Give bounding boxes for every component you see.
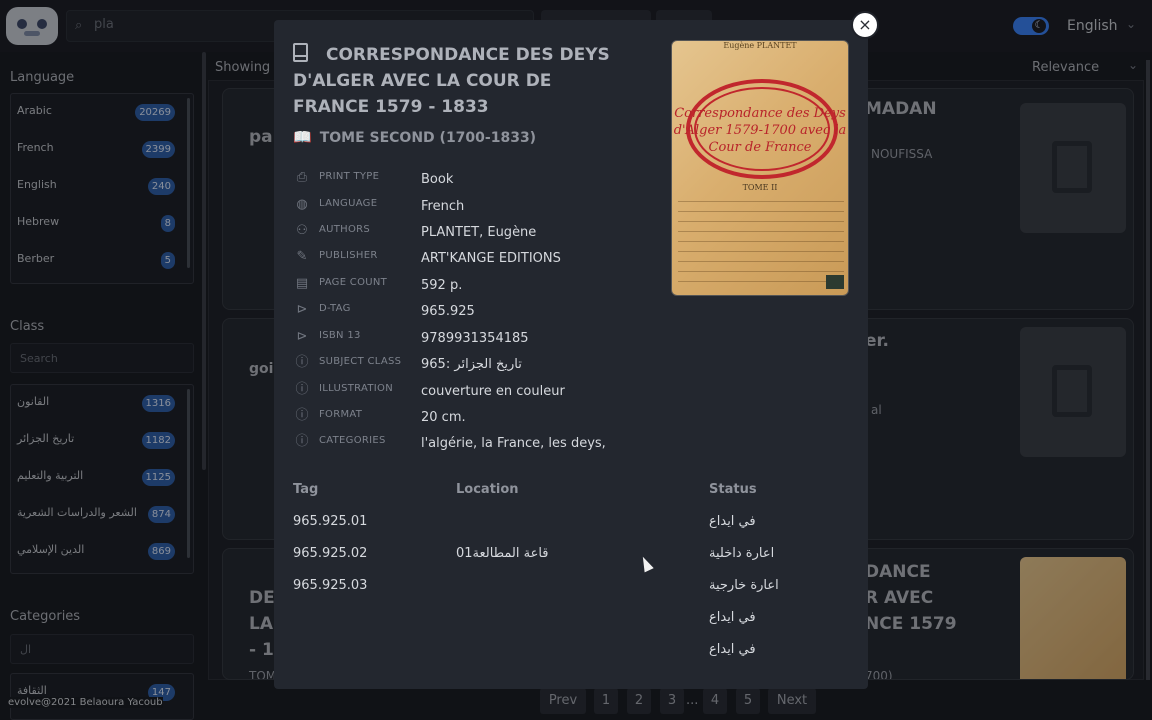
property-value: ART'KANGE EDITIONS xyxy=(421,251,561,266)
table-row: 965.925.02 قاعة المطالعة01 اعارة داخلية xyxy=(293,546,853,578)
property-label: CATEGORIES xyxy=(319,435,386,446)
tag-icon: ⊳ xyxy=(296,302,308,317)
property-illustration: ⓘ ILLUSTRATION couverture en couleur xyxy=(293,381,853,407)
property-categories: ⓘ CATEGORIES l'algérie, la France, les dey… xyxy=(293,433,853,459)
copy-status: اعارة خارجية xyxy=(709,578,779,593)
book-icon xyxy=(293,43,308,62)
copy-tag: 965.925.02 xyxy=(293,546,368,561)
cover-title: Correspondance des Deys d'Alger 1579-170… xyxy=(673,106,847,155)
property-value: French xyxy=(421,199,465,214)
property-label: ISBN 13 xyxy=(319,330,361,341)
copy-location: قاعة المطالعة01 xyxy=(456,546,549,561)
users-icon: ⚇ xyxy=(296,223,308,238)
table-row: 965.925.01 في ايداع xyxy=(293,514,853,546)
property-isbn: ⊳ ISBN 13 9789931354185 xyxy=(293,328,853,354)
cover-tome: TOME II xyxy=(742,183,778,192)
info-icon: ⓘ xyxy=(295,382,309,397)
copy-status: في ايداع xyxy=(709,642,756,657)
property-value: 965.925 xyxy=(421,304,475,319)
document-icon: ▤ xyxy=(295,276,309,291)
info-icon: ⓘ xyxy=(295,434,309,449)
book-cover-image: Eugène PLANTET Correspondance des Deys d… xyxy=(671,40,849,296)
book-title: CORRESPONDANCE DES DEYS D'ALGER AVEC LA … xyxy=(293,42,633,120)
copy-tag: 965.925.03 xyxy=(293,578,368,593)
property-label: PUBLISHER xyxy=(319,250,378,261)
copy-status: في ايداع xyxy=(709,610,756,625)
property-value: 20 cm. xyxy=(421,410,466,425)
property-label: PAGE COUNT xyxy=(319,277,388,288)
property-subject-class: ⓘ SUBJECT CLASS 965: تاريخ الجزائر xyxy=(293,354,853,380)
property-label: D-TAG xyxy=(319,303,351,314)
book-title-text: CORRESPONDANCE DES DEYS D'ALGER AVEC LA … xyxy=(293,45,610,117)
property-label: ILLUSTRATION xyxy=(319,383,393,394)
copy-status: اعارة داخلية xyxy=(709,546,775,561)
property-value: Book xyxy=(421,172,454,187)
open-book-icon: 📖 xyxy=(293,128,312,146)
column-header-location: Location xyxy=(456,482,519,497)
table-row: 965.925.03 اعارة خارجية xyxy=(293,578,853,610)
property-value: PLANTET, Eugène xyxy=(421,225,537,240)
property-label: FORMAT xyxy=(319,409,363,420)
table-row: في ايداع xyxy=(293,610,853,642)
column-header-status: Status xyxy=(709,482,757,497)
property-value: l'algérie, la France, les deys, xyxy=(421,436,606,451)
close-button[interactable]: × xyxy=(851,11,879,39)
property-label: LANGUAGE xyxy=(319,198,378,209)
book-detail-modal: CORRESPONDANCE DES DEYS D'ALGER AVEC LA … xyxy=(274,20,868,689)
property-d-tag: ⊳ D-TAG 965.925 xyxy=(293,301,853,327)
cover-author: Eugène PLANTET xyxy=(723,41,797,50)
property-format: ⓘ FORMAT 20 cm. xyxy=(293,407,853,433)
copy-status: في ايداع xyxy=(709,514,756,529)
globe-icon: ◍ xyxy=(296,197,308,212)
tag-icon: ⊳ xyxy=(296,329,308,344)
book-subtitle-text: TOME SECOND (1700-1833) xyxy=(319,130,537,146)
copy-tag: 965.925.01 xyxy=(293,514,368,529)
cover-manuscript-lines xyxy=(678,201,844,291)
property-label: PRINT TYPE xyxy=(319,171,380,182)
book-subtitle: 📖 TOME SECOND (1700-1833) xyxy=(293,128,536,146)
feather-icon: ✎ xyxy=(296,249,308,264)
printer-icon: ⎙ xyxy=(296,170,308,185)
publisher-logo xyxy=(826,275,844,289)
property-label: AUTHORS xyxy=(319,224,371,235)
property-value: couverture en couleur xyxy=(421,384,565,399)
property-value: 965: تاريخ الجزائر xyxy=(421,357,522,372)
info-icon: ⓘ xyxy=(295,408,309,423)
property-value: 592 p. xyxy=(421,278,463,293)
column-header-tag: Tag xyxy=(293,482,319,497)
table-row: في ايداع xyxy=(293,642,853,674)
property-label: SUBJECT CLASS xyxy=(319,356,402,367)
info-icon: ⓘ xyxy=(295,355,309,370)
property-value: 9789931354185 xyxy=(421,331,529,346)
